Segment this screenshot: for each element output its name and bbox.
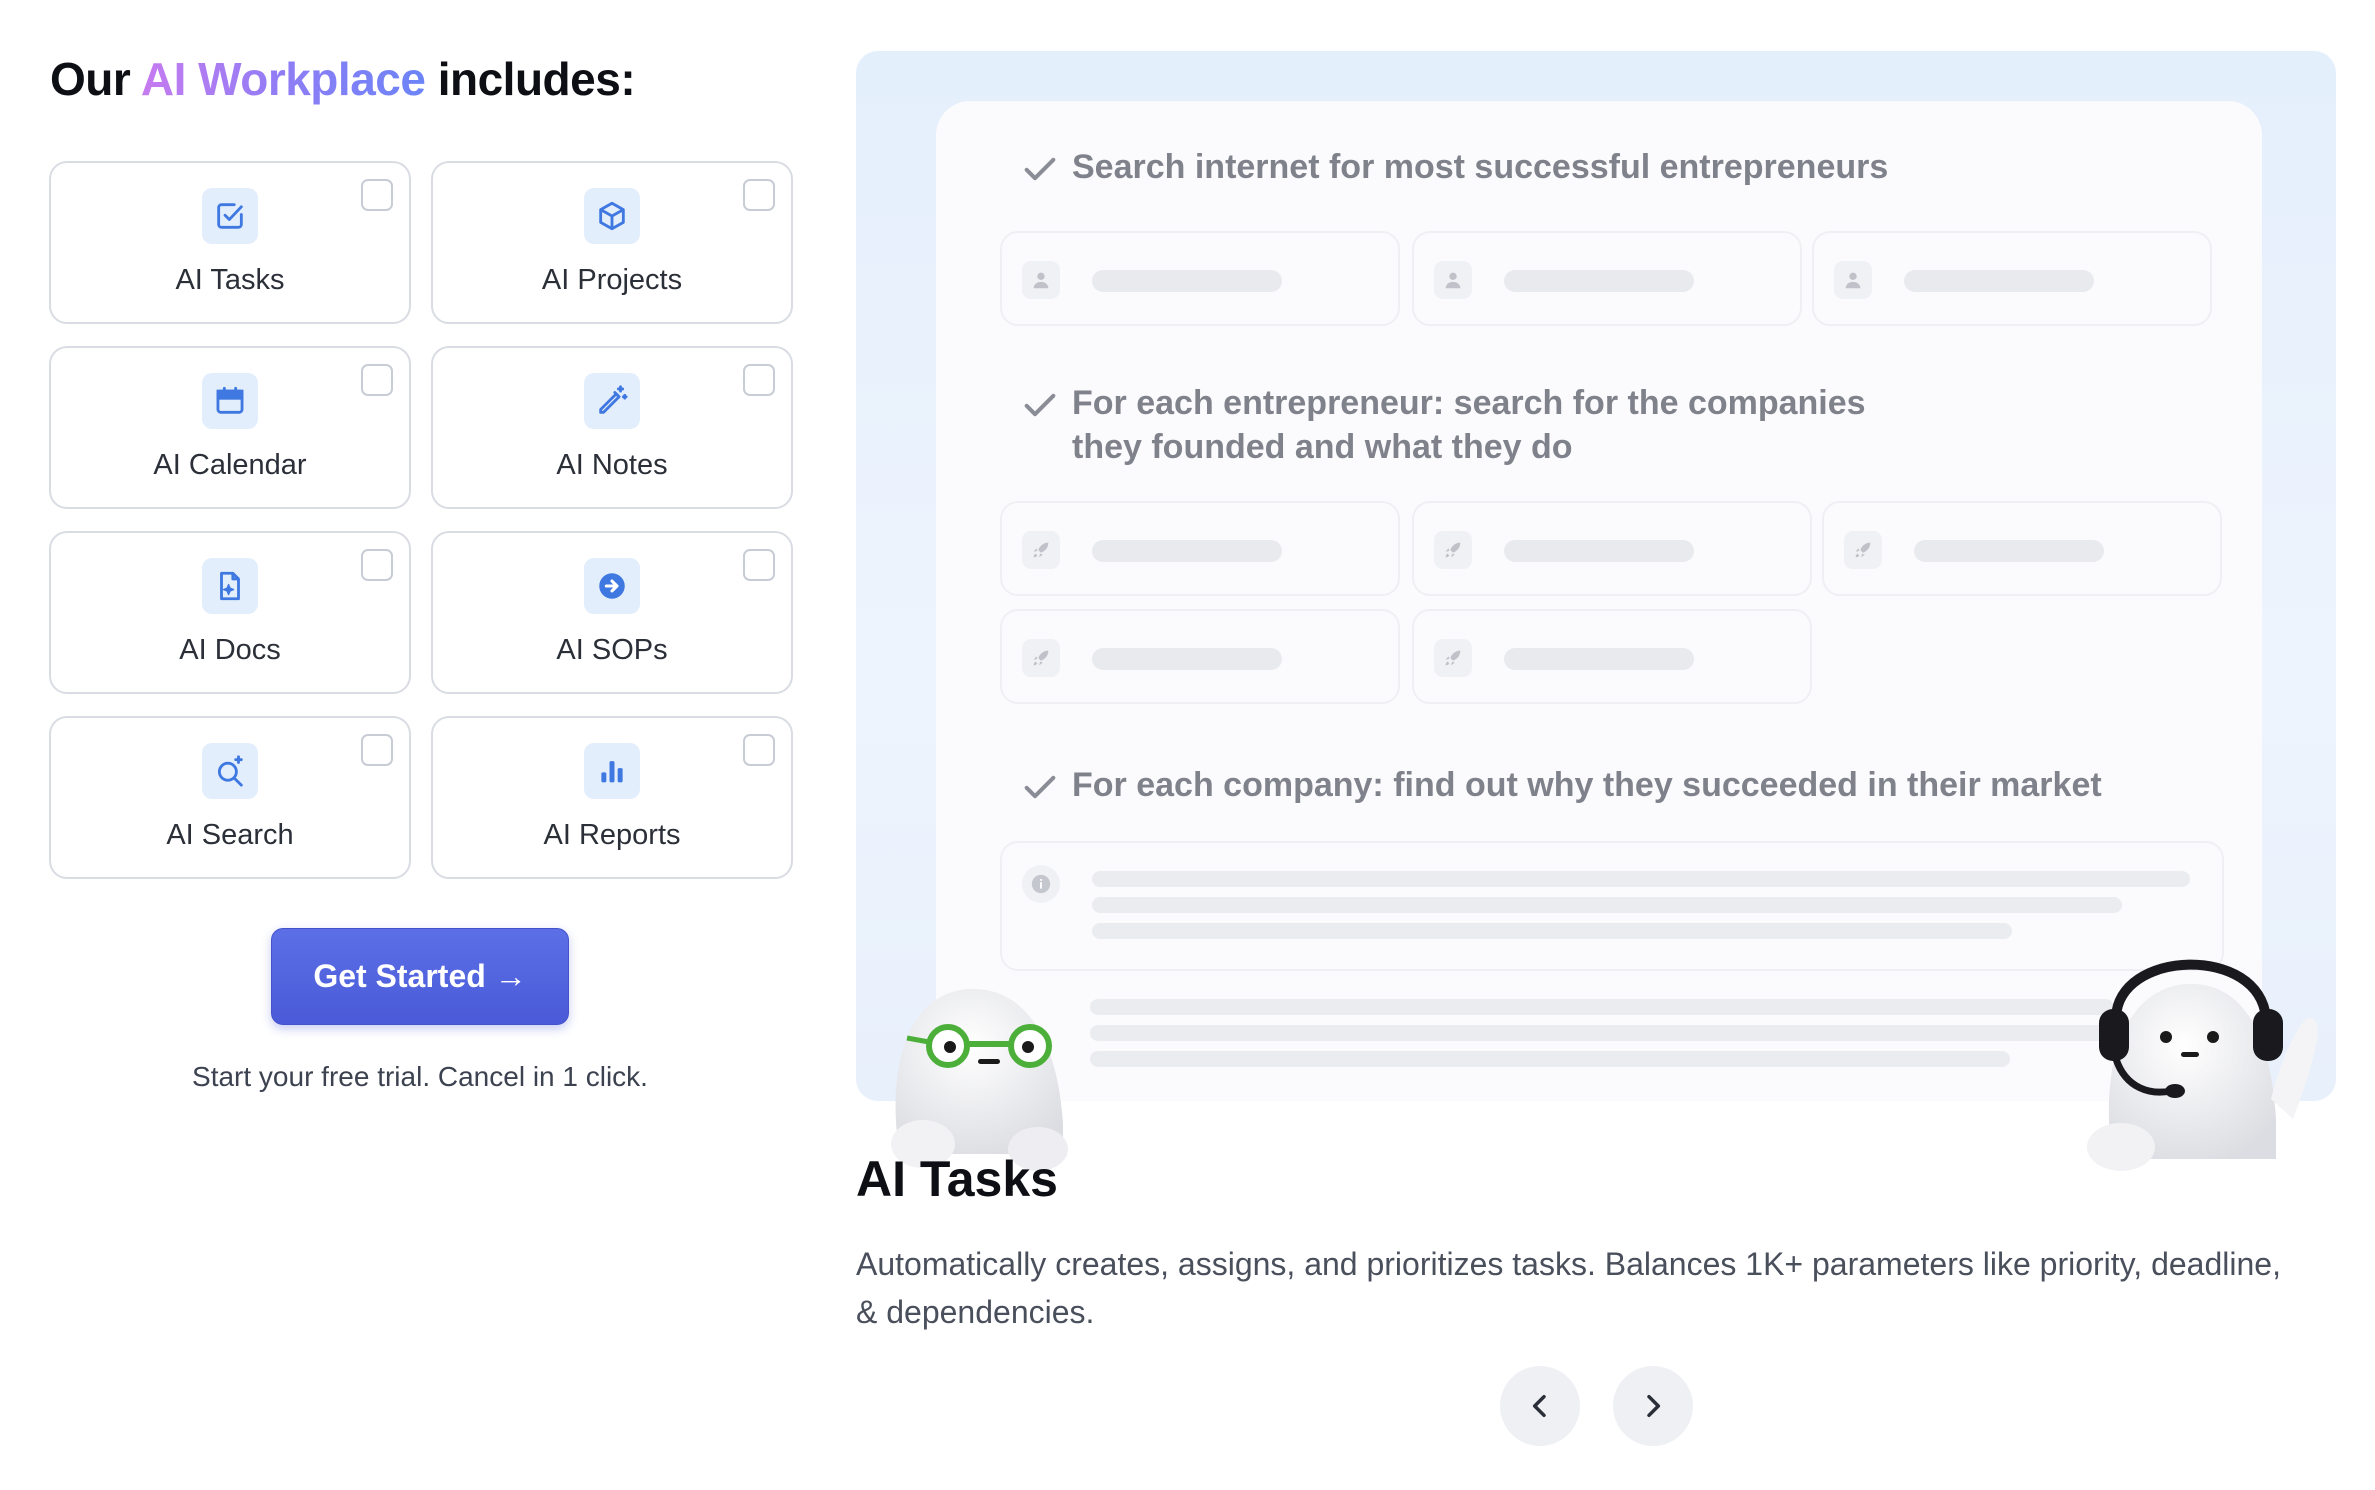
placeholder-card [1000,609,1400,704]
rocket-icon [1434,531,1472,569]
user-icon [1022,261,1060,299]
heading-prefix: Our [50,53,141,105]
rocket-icon [1022,639,1060,677]
placeholder-bar [1904,270,2094,292]
feature-label: AI Calendar [153,449,307,481]
feature-title: AI Tasks [856,1151,1058,1207]
placeholder-bar [1504,270,1694,292]
check-icon [1024,775,1056,799]
placeholder-card [1812,231,2212,326]
placeholder-card [1412,501,1812,596]
feature-card-ai-reports[interactable]: AI Reports [431,716,793,879]
preview-step-text: For each company: find out why they succ… [1072,766,2102,804]
feature-checkbox[interactable] [361,549,393,581]
feature-checkbox[interactable] [361,734,393,766]
check-icon [1024,393,1056,417]
feature-checkbox[interactable] [743,364,775,396]
user-icon [1434,261,1472,299]
checkbox-icon [202,188,258,244]
feature-checkbox[interactable] [743,549,775,581]
placeholder-card [1000,501,1400,596]
rocket-icon [1434,639,1472,677]
info-icon [1022,865,1060,903]
feature-card-ai-projects[interactable]: AI Projects [431,161,793,324]
heading-suffix: includes: [425,53,636,105]
check-icon [1024,157,1056,181]
feature-label: AI Reports [543,819,681,851]
rocket-icon [1844,531,1882,569]
placeholder-bar [1092,648,1282,670]
feature-card-ai-notes[interactable]: AI Notes [431,346,793,509]
feature-checkbox[interactable] [743,179,775,211]
feature-label: AI SOPs [556,634,668,666]
placeholder-card [1822,501,2222,596]
placeholder-card [1000,231,1400,326]
section-heading: Our AI Workplace includes: [50,52,636,106]
document-sparkle-icon [202,558,258,614]
placeholder-card [1412,609,1812,704]
placeholder-line [1090,1051,2010,1067]
mascot-glasses [891,988,1068,1171]
preview-step-text: For each entrepreneur: search for the co… [1072,381,1866,469]
feature-description: Automatically creates, assigns, and prio… [856,1246,2281,1330]
feature-checkbox[interactable] [361,364,393,396]
placeholder-bar [1914,540,2104,562]
placeholder-card [1412,231,1802,326]
feature-checkbox[interactable] [361,179,393,211]
placeholder-text-block [1000,841,2224,971]
feature-card-ai-docs[interactable]: AI Docs [49,531,411,694]
preview-step-line: For each entrepreneur: search for the co… [1072,384,1866,422]
feature-card-ai-calendar[interactable]: AI Calendar [49,346,411,509]
preview-step: Search internet for most successful entr… [1020,145,1888,189]
preview-step: For each company: find out why they succ… [1020,763,2102,807]
feature-checkbox[interactable] [743,734,775,766]
user-icon [1834,261,1872,299]
feature-preview-panel: Search internet for most successful entr… [856,51,2336,1171]
magic-pen-icon [584,373,640,429]
previous-button[interactable] [1500,1366,1580,1446]
placeholder-bar [1092,540,1282,562]
placeholder-line [1090,1025,2114,1041]
arrow-circle-icon [584,558,640,614]
mascot-headset [2087,959,2318,1171]
preview-step-text: Search internet for most successful entr… [1072,148,1889,186]
next-button[interactable] [1613,1366,1693,1446]
feature-card-ai-tasks[interactable]: AI Tasks [49,161,411,324]
preview-step: For each entrepreneur: search for the co… [1020,381,1866,469]
rocket-icon [1022,531,1060,569]
search-sparkle-icon [202,743,258,799]
feature-label: AI Projects [541,264,683,296]
calendar-icon [202,373,258,429]
feature-label: AI Docs [179,634,281,666]
feature-grid: AI Tasks AI Projects AI Calendar AI Note… [49,161,793,879]
chevron-left-icon [1532,1394,1546,1418]
feature-card-ai-sops[interactable]: AI SOPs [431,531,793,694]
bar-chart-icon [584,743,640,799]
placeholder-line [1092,923,2012,939]
preview-window: Search internet for most successful entr… [936,101,2262,1101]
placeholder-bar [1504,648,1694,670]
feature-card-ai-search[interactable]: AI Search [49,716,411,879]
placeholder-bar [1504,540,1694,562]
chevron-right-icon [1647,1394,1661,1418]
trial-subtext: Start your free trial. Cancel in 1 click… [192,1061,648,1092]
placeholder-line [1092,871,2190,887]
get-started-button[interactable]: Get Started → [271,928,569,1025]
placeholder-line [1090,999,2114,1015]
heading-highlight: AI Workplace [140,53,426,105]
preview-step-line: they founded and what they do [1072,428,1573,466]
placeholder-bar [1092,270,1282,292]
feature-label: AI Notes [556,449,668,481]
cube-icon [584,188,640,244]
feature-label: AI Search [166,819,294,851]
feature-label: AI Tasks [175,264,285,296]
placeholder-line [1092,897,2122,913]
